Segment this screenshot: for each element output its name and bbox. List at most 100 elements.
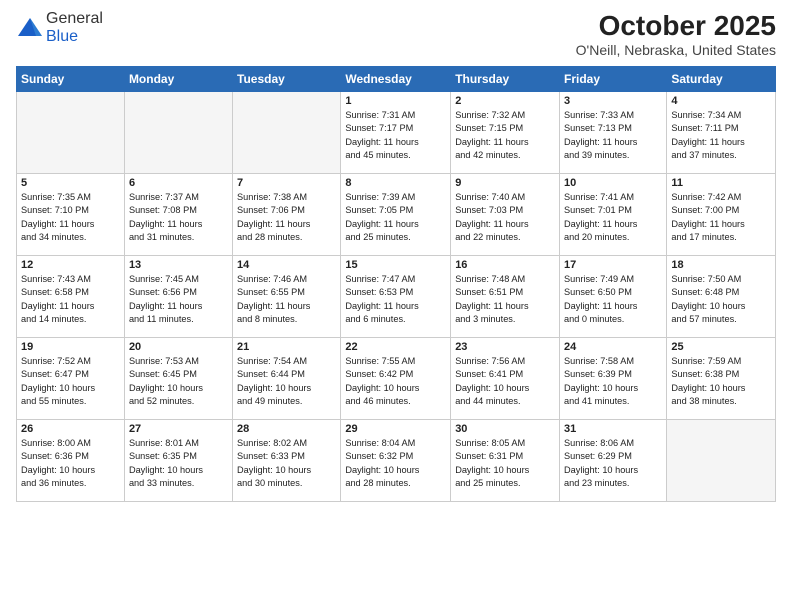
- day-number: 28: [237, 423, 336, 435]
- day-cell: 9 Sunrise: 7:40 AM Sunset: 7:03 PM Daylig…: [451, 174, 560, 256]
- day-info: Sunrise: 7:53 AM Sunset: 6:45 PM Dayligh…: [129, 355, 228, 408]
- day-number: 29: [345, 423, 446, 435]
- day-cell: 27Sunrise: 8:01 AM Sunset: 6:35 PM Dayli…: [124, 420, 232, 502]
- day-number: 24: [564, 341, 662, 353]
- weekday-header-wednesday: Wednesday: [341, 67, 451, 92]
- day-number: 16: [455, 259, 555, 271]
- day-cell: 13 Sunrise: 7:45 AM Sunset: 6:56 PM Dayli…: [124, 256, 232, 338]
- day-number: 18: [671, 259, 771, 271]
- logo-text: General Blue: [46, 10, 103, 46]
- day-number: 9: [455, 177, 555, 189]
- day-cell: 24 Sunrise: 7:58 AM Sunset: 6:39 PM Dayli…: [560, 338, 667, 420]
- day-info: Sunrise: 8:01 AM Sunset: 6:35 PM Dayligh…: [129, 437, 228, 490]
- day-info: Sunrise: 7:32 AM Sunset: 7:15 PM Dayligh…: [455, 109, 555, 162]
- day-info: Sunrise: 7:49 AM Sunset: 6:50 PM Dayligh…: [564, 273, 662, 326]
- day-info: Sunrise: 7:39 AM Sunset: 7:05 PM Dayligh…: [345, 191, 446, 244]
- day-cell: 21Sunrise: 7:54 AM Sunset: 6:44 PM Dayli…: [233, 338, 341, 420]
- calendar-title: October 2025: [576, 10, 776, 42]
- logo: General Blue: [16, 10, 103, 46]
- day-info: Sunrise: 7:59 AM Sunset: 6:38 PM Dayligh…: [671, 355, 771, 408]
- day-cell: 2 Sunrise: 7:32 AM Sunset: 7:15 PM Daylig…: [451, 92, 560, 174]
- day-number: 26: [21, 423, 120, 435]
- day-info: Sunrise: 8:00 AM Sunset: 6:36 PM Dayligh…: [21, 437, 120, 490]
- week-row-5: 26 Sunrise: 8:00 AM Sunset: 6:36 PM Dayli…: [17, 420, 776, 502]
- header: General Blue October 2025 O'Neill, Nebra…: [16, 10, 776, 58]
- day-cell: 15Sunrise: 7:47 AM Sunset: 6:53 PM Dayli…: [341, 256, 451, 338]
- day-info: Sunrise: 7:37 AM Sunset: 7:08 PM Dayligh…: [129, 191, 228, 244]
- day-cell: 10 Sunrise: 7:41 AM Sunset: 7:01 PM Dayli…: [560, 174, 667, 256]
- day-info: Sunrise: 7:47 AM Sunset: 6:53 PM Dayligh…: [345, 273, 446, 326]
- day-number: 8: [345, 177, 446, 189]
- day-cell: 14Sunrise: 7:46 AM Sunset: 6:55 PM Dayli…: [233, 256, 341, 338]
- weekday-header-friday: Friday: [560, 67, 667, 92]
- day-info: Sunrise: 8:06 AM Sunset: 6:29 PM Dayligh…: [564, 437, 662, 490]
- day-cell: 17 Sunrise: 7:49 AM Sunset: 6:50 PM Dayli…: [560, 256, 667, 338]
- day-cell: 31 Sunrise: 8:06 AM Sunset: 6:29 PM Dayli…: [560, 420, 667, 502]
- day-number: 23: [455, 341, 555, 353]
- weekday-header-tuesday: Tuesday: [233, 67, 341, 92]
- day-cell: 22Sunrise: 7:55 AM Sunset: 6:42 PM Dayli…: [341, 338, 451, 420]
- day-number: 12: [21, 259, 120, 271]
- day-number: 31: [564, 423, 662, 435]
- day-cell: 18 Sunrise: 7:50 AM Sunset: 6:48 PM Dayli…: [667, 256, 776, 338]
- day-info: Sunrise: 7:35 AM Sunset: 7:10 PM Dayligh…: [21, 191, 120, 244]
- day-cell: 25 Sunrise: 7:59 AM Sunset: 6:38 PM Dayli…: [667, 338, 776, 420]
- day-info: Sunrise: 7:34 AM Sunset: 7:11 PM Dayligh…: [671, 109, 771, 162]
- weekday-header-thursday: Thursday: [451, 67, 560, 92]
- day-info: Sunrise: 8:02 AM Sunset: 6:33 PM Dayligh…: [237, 437, 336, 490]
- calendar-subtitle: O'Neill, Nebraska, United States: [576, 42, 776, 58]
- day-info: Sunrise: 7:55 AM Sunset: 6:42 PM Dayligh…: [345, 355, 446, 408]
- day-cell: 7 Sunrise: 7:38 AM Sunset: 7:06 PM Daylig…: [233, 174, 341, 256]
- day-info: Sunrise: 7:43 AM Sunset: 6:58 PM Dayligh…: [21, 273, 120, 326]
- day-number: 14: [237, 259, 336, 271]
- logo-icon: [16, 14, 44, 42]
- day-info: Sunrise: 8:05 AM Sunset: 6:31 PM Dayligh…: [455, 437, 555, 490]
- title-block: October 2025 O'Neill, Nebraska, United S…: [576, 10, 776, 58]
- day-cell: 23 Sunrise: 7:56 AM Sunset: 6:41 PM Dayli…: [451, 338, 560, 420]
- day-number: 6: [129, 177, 228, 189]
- day-info: Sunrise: 7:52 AM Sunset: 6:47 PM Dayligh…: [21, 355, 120, 408]
- day-number: 3: [564, 95, 662, 107]
- day-cell: [667, 420, 776, 502]
- day-cell: 8 Sunrise: 7:39 AM Sunset: 7:05 PM Daylig…: [341, 174, 451, 256]
- day-cell: [124, 92, 232, 174]
- day-cell: 12 Sunrise: 7:43 AM Sunset: 6:58 PM Dayli…: [17, 256, 125, 338]
- day-number: 2: [455, 95, 555, 107]
- day-cell: 4 Sunrise: 7:34 AM Sunset: 7:11 PM Daylig…: [667, 92, 776, 174]
- day-info: Sunrise: 7:50 AM Sunset: 6:48 PM Dayligh…: [671, 273, 771, 326]
- day-info: Sunrise: 7:38 AM Sunset: 7:06 PM Dayligh…: [237, 191, 336, 244]
- weekday-header-sunday: Sunday: [17, 67, 125, 92]
- day-cell: 29 Sunrise: 8:04 AM Sunset: 6:32 PM Dayli…: [341, 420, 451, 502]
- logo-general: General: [46, 10, 103, 28]
- day-number: 21: [237, 341, 336, 353]
- day-number: 11: [671, 177, 771, 189]
- day-cell: 3 Sunrise: 7:33 AM Sunset: 7:13 PM Daylig…: [560, 92, 667, 174]
- day-info: Sunrise: 7:41 AM Sunset: 7:01 PM Dayligh…: [564, 191, 662, 244]
- day-number: 4: [671, 95, 771, 107]
- day-number: 17: [564, 259, 662, 271]
- weekday-header-saturday: Saturday: [667, 67, 776, 92]
- week-row-4: 19Sunrise: 7:52 AM Sunset: 6:47 PM Dayli…: [17, 338, 776, 420]
- day-info: Sunrise: 7:58 AM Sunset: 6:39 PM Dayligh…: [564, 355, 662, 408]
- day-number: 25: [671, 341, 771, 353]
- logo-blue: Blue: [46, 28, 103, 46]
- week-row-3: 12 Sunrise: 7:43 AM Sunset: 6:58 PM Dayli…: [17, 256, 776, 338]
- day-cell: [17, 92, 125, 174]
- day-info: Sunrise: 7:45 AM Sunset: 6:56 PM Dayligh…: [129, 273, 228, 326]
- day-info: Sunrise: 8:04 AM Sunset: 6:32 PM Dayligh…: [345, 437, 446, 490]
- day-number: 10: [564, 177, 662, 189]
- day-cell: 20Sunrise: 7:53 AM Sunset: 6:45 PM Dayli…: [124, 338, 232, 420]
- day-info: Sunrise: 7:33 AM Sunset: 7:13 PM Dayligh…: [564, 109, 662, 162]
- week-row-1: 1Sunrise: 7:31 AM Sunset: 7:17 PM Daylig…: [17, 92, 776, 174]
- day-cell: 11 Sunrise: 7:42 AM Sunset: 7:00 PM Dayli…: [667, 174, 776, 256]
- day-cell: 30 Sunrise: 8:05 AM Sunset: 6:31 PM Dayli…: [451, 420, 560, 502]
- day-cell: 1Sunrise: 7:31 AM Sunset: 7:17 PM Daylig…: [341, 92, 451, 174]
- day-number: 7: [237, 177, 336, 189]
- day-info: Sunrise: 7:40 AM Sunset: 7:03 PM Dayligh…: [455, 191, 555, 244]
- day-info: Sunrise: 7:56 AM Sunset: 6:41 PM Dayligh…: [455, 355, 555, 408]
- day-cell: 26 Sunrise: 8:00 AM Sunset: 6:36 PM Dayli…: [17, 420, 125, 502]
- day-info: Sunrise: 7:42 AM Sunset: 7:00 PM Dayligh…: [671, 191, 771, 244]
- day-number: 5: [21, 177, 120, 189]
- day-number: 13: [129, 259, 228, 271]
- day-number: 30: [455, 423, 555, 435]
